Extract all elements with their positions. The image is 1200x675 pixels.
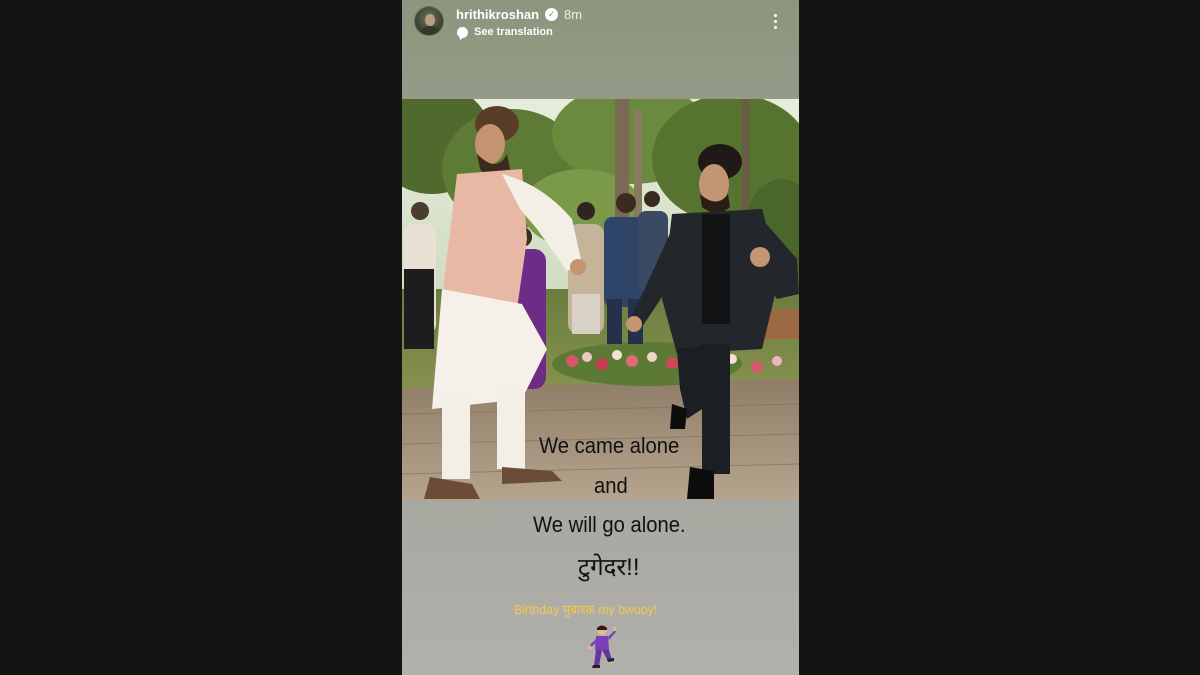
- caption-line-1: We came alone: [539, 433, 680, 458]
- username[interactable]: hrithikroshan: [456, 7, 539, 22]
- caption-line-4: टुगेदर!!: [578, 554, 640, 581]
- caption-line-3: We will go alone.: [533, 512, 686, 537]
- story-viewer[interactable]: hrithikroshan ✓ 8m See translation We ca…: [402, 0, 799, 675]
- caption-line-2: and: [594, 473, 628, 498]
- translate-bubble-icon[interactable]: [457, 27, 468, 38]
- post-time: 8m: [564, 7, 583, 22]
- story-header: hrithikroshan ✓ 8m See translation: [402, 0, 799, 46]
- more-vertical-icon[interactable]: [770, 12, 780, 30]
- see-translation-link[interactable]: See translation: [474, 26, 553, 38]
- man-dancing-emoji: [588, 625, 616, 668]
- avatar[interactable]: [414, 6, 444, 36]
- birthday-caption: Birthday मुबारक my bwuoy!: [514, 602, 658, 617]
- verified-badge-icon: ✓: [545, 8, 558, 21]
